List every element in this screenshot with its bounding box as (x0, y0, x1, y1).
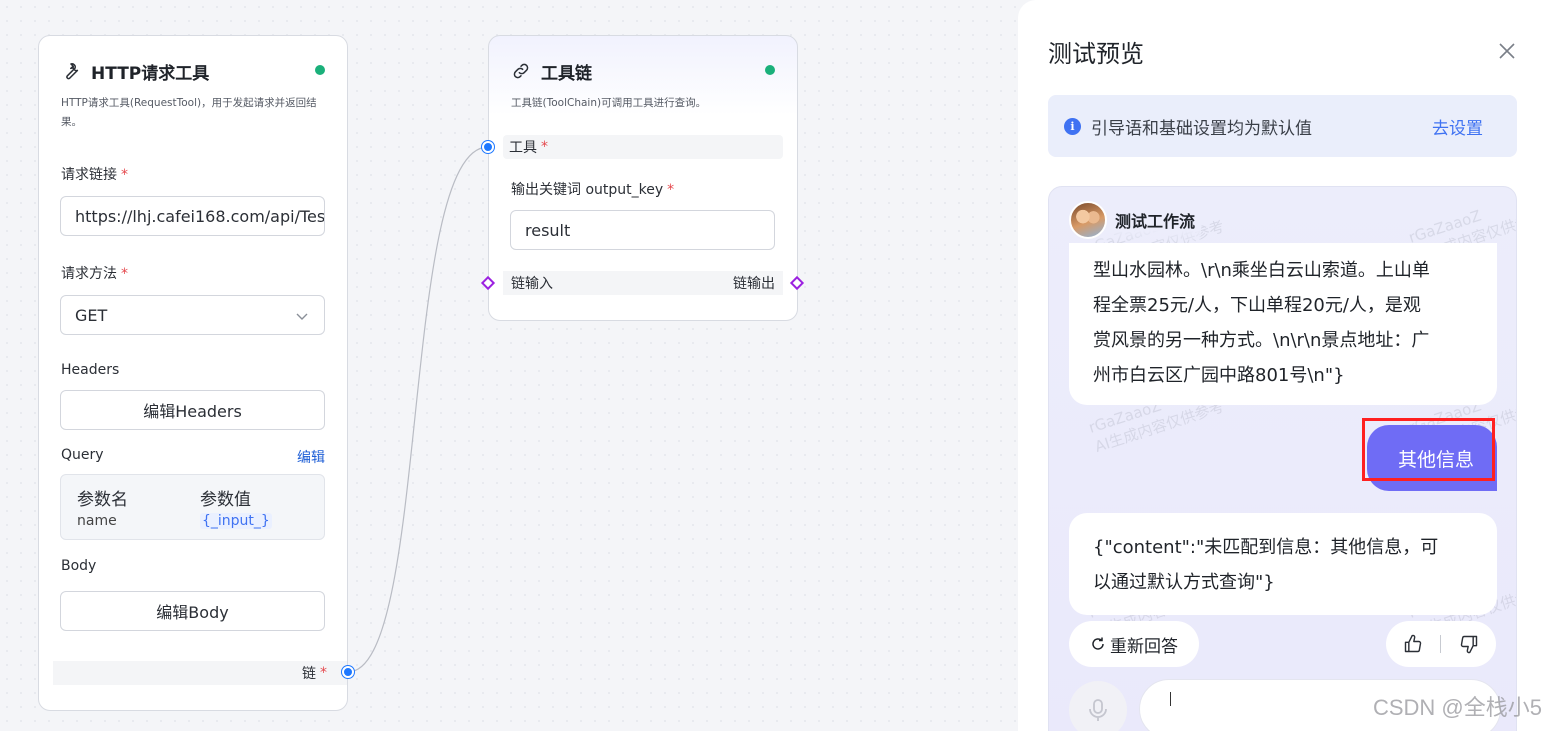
refresh-icon (1092, 637, 1104, 650)
chain-node-title: 工具链 (511, 58, 592, 84)
regenerate-label: 重新回答 (1110, 636, 1178, 657)
csdn-watermark: CSDN @全栈小5 (1372, 695, 1542, 720)
rating-group (1386, 621, 1496, 667)
chain-output-port-row: 链 * (53, 661, 347, 685)
status-dot (765, 65, 775, 75)
http-node-title-text: HTTP请求工具 (91, 63, 210, 84)
http-node-title: HTTP请求工具 (61, 58, 209, 84)
tool-chain-node[interactable]: 工具链 工具链(ToolChain)可调用工具进行查询。 工具 * 输出关键词 o… (488, 35, 798, 321)
go-settings-link[interactable]: 去设置 (1432, 114, 1483, 139)
mic-button[interactable] (1069, 681, 1127, 731)
reply-line: {"content":"未匹配到信息：其他信息，可 (1093, 537, 1439, 558)
panel-title: 测试预览 (1048, 40, 1144, 68)
highlight-box (1362, 418, 1495, 481)
mic-icon (1089, 699, 1107, 721)
query-edit-link[interactable]: 编辑 (297, 447, 325, 467)
bot-message: 型山水园林。\r\n乘坐白云山索道。上山单 程全票25元/人，下山单程20元/人… (1069, 243, 1497, 405)
chain-node-description: 工具链(ToolChain)可调用工具进行查询。 (511, 97, 707, 109)
close-icon[interactable] (1498, 42, 1516, 60)
method-label: 请求方法 * (61, 266, 128, 282)
method-select[interactable]: GET (60, 295, 325, 335)
info-icon: i (1064, 117, 1081, 135)
tool-port-label: 工具 (509, 140, 537, 156)
param-value: {_input_} (200, 513, 272, 529)
http-node-description: HTTP请求工具(RequestTool)，用于发起请求并返回结果。 (61, 97, 317, 128)
chain-output-port[interactable] (342, 666, 354, 678)
status-dot (315, 65, 325, 75)
param-value-header: 参数值 (200, 490, 251, 510)
bot-message-line: 州市白云区广园中路801号\n"} (1093, 365, 1345, 386)
chain-input-label: 链输入 (511, 276, 553, 292)
thumbs-up-icon[interactable] (1403, 634, 1423, 654)
output-key-input[interactable]: result (510, 210, 775, 250)
chain-output-label: 链输出 (733, 276, 775, 292)
reply-line: 以通过默认方式查询"} (1093, 572, 1275, 593)
chat-header: 测试工作流 (1069, 199, 1202, 243)
divider (1440, 635, 1442, 653)
edit-headers-button[interactable]: 编辑Headers (60, 390, 325, 430)
text-caret (1170, 692, 1171, 706)
url-input[interactable]: https://lhj.cafei168.com/api/Test (60, 196, 325, 236)
headers-label: Headers (61, 362, 120, 378)
edit-body-button[interactable]: 编辑Body (60, 591, 325, 631)
avatar (1069, 201, 1107, 239)
bot-message-line: 程全票25元/人，下山单程20元/人，是观 (1093, 295, 1421, 316)
query-label: Query (61, 447, 104, 463)
url-label: 请求链接 * (61, 167, 128, 183)
chevron-down-icon (296, 313, 308, 320)
query-param-table: 参数名 参数值 name {_input_} (60, 474, 325, 540)
chain-port-label: 链 (302, 666, 316, 682)
bot-message-line: 型山水园林。\r\n乘坐白云山索道。上山单 (1093, 260, 1430, 281)
param-name: name (77, 513, 117, 529)
output-key-label: 输出关键词 output_key * (511, 182, 675, 198)
notice-text: 引导语和基础设置均为默认值 (1091, 118, 1312, 139)
regenerate-button[interactable]: 重新回答 (1069, 621, 1199, 667)
param-name-header: 参数名 (77, 490, 128, 510)
chat-window: rGaZaaoZ AI生成内容仅供参考 rGaZaaoZ AI生成内容仅供参考 rG… (1048, 186, 1517, 731)
thumbs-down-icon[interactable] (1459, 634, 1479, 654)
tool-input-port[interactable] (482, 141, 494, 153)
bot-reply: {"content":"未匹配到信息：其他信息，可 以通过默认方式查询"} (1069, 513, 1497, 615)
body-label: Body (61, 558, 97, 574)
default-settings-notice: i 引导语和基础设置均为默认值 去设置 (1048, 95, 1517, 157)
chat-name: 测试工作流 (1115, 212, 1196, 231)
wrench-icon (66, 63, 79, 80)
chain-node-title-text: 工具链 (541, 63, 592, 84)
chain-io-row: 链输入 链输出 (503, 271, 783, 295)
bot-message-line: 赏风景的另一种方式。\n\r\n景点地址：广 (1093, 330, 1430, 351)
test-preview-panel: 测试预览 i 引导语和基础设置均为默认值 去设置 rGaZaaoZ AI生成内容仅… (1018, 0, 1546, 731)
http-request-node[interactable]: HTTP请求工具 HTTP请求工具(RequestTool)，用于发起请求并返回… (38, 35, 348, 711)
link-icon (513, 63, 529, 79)
tool-port-row: 工具 * (503, 135, 783, 159)
